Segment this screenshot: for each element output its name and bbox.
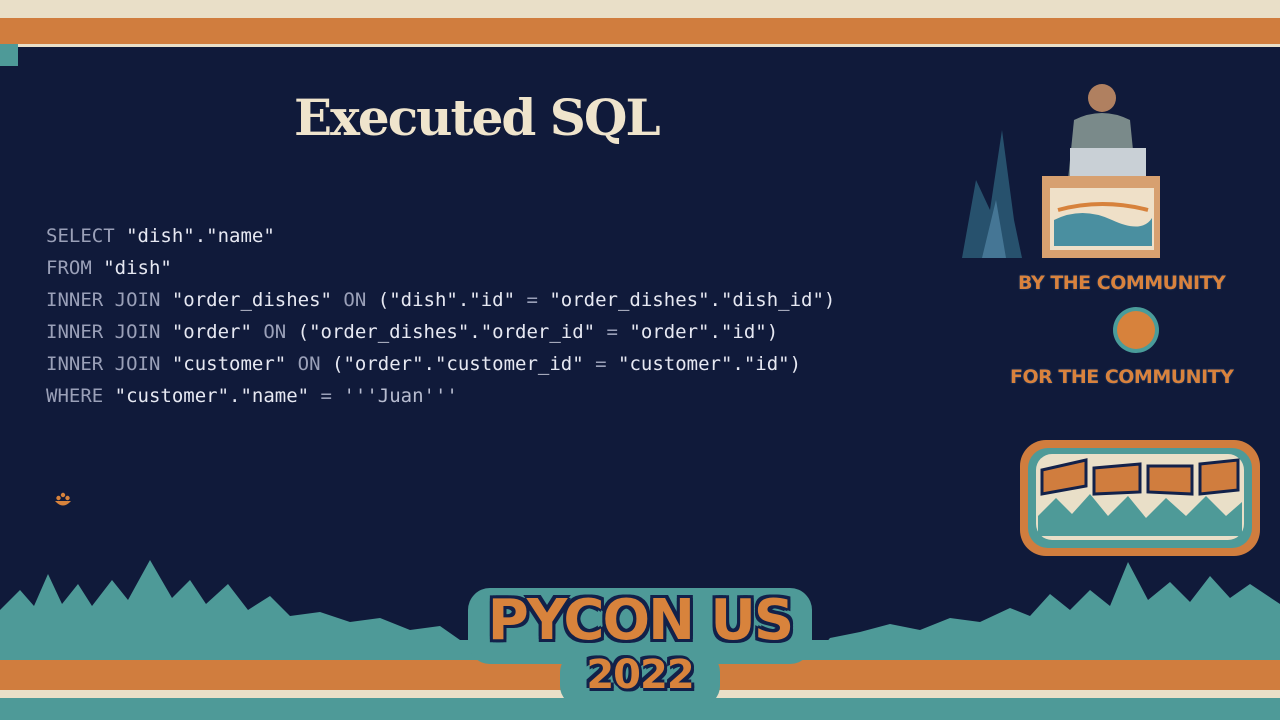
sql-identifier: "order"."id") [617,321,779,343]
sql-identifier: "dish" [91,257,172,279]
sql-identifier: ("order_dishes"."order_id" [286,321,607,343]
sql-line: INNER JOIN "order" ON ("order_dishes"."o… [46,316,835,348]
top-cream-stripe [0,0,1280,18]
sql-string: '''Juan''' [332,385,458,407]
pycon-event-year: 2022 [586,652,694,698]
tagline-for-the-community: FOR THE COMMUNITY [1010,366,1234,388]
top-orange-stripe [0,18,1280,44]
speaker-video [962,70,1160,258]
sql-keyword: ON [263,321,287,343]
sql-line: WHERE "customer"."name" = '''Juan''' [46,380,835,412]
pycon-logo: PYCON US 2022 [460,580,820,710]
sql-line: INNER JOIN "order_dishes" ON ("dish"."id… [46,284,835,316]
sql-identifier: "order" [160,321,264,343]
sql-identifier: ("dish"."id" [366,289,527,311]
sql-keyword: ON [343,289,367,311]
sql-operator: = [606,321,618,343]
sql-identifier: "customer"."name" [103,385,321,407]
tagline-by-the-community: BY THE COMMUNITY [1018,272,1226,294]
decorative-dot [1117,311,1155,349]
sql-line: SELECT "dish"."name" [46,220,835,252]
sql-keyword: INNER JOIN [46,321,161,343]
conference-badge-logo [1020,440,1260,556]
sql-operator: = [320,385,332,407]
sql-identifier: "order_dishes" [160,289,344,311]
sql-keyword: SELECT [46,225,115,247]
sql-operator: = [526,289,538,311]
sql-keyword: WHERE [46,385,104,407]
slide-title: Executed SQL [294,88,661,147]
sql-keyword: ON [297,353,321,375]
sql-line: INNER JOIN "customer" ON ("order"."custo… [46,348,835,380]
sql-operator: = [595,353,607,375]
python-logo-icon [55,492,71,506]
sql-identifier: "customer" [160,353,298,375]
sql-identifier: "order_dishes"."dish_id") [537,289,836,311]
pycon-event-name: PYCON US [487,588,794,653]
sql-identifier: ("order"."customer_id" [320,353,596,375]
sql-line: FROM "dish" [46,252,835,284]
top-divider-line [0,44,1280,47]
sql-identifier: "dish"."name" [114,225,275,247]
sql-keyword: INNER JOIN [46,289,161,311]
sql-keyword: INNER JOIN [46,353,161,375]
left-corner-accent [0,44,18,66]
sql-code-block: SELECT "dish"."name" FROM "dish" INNER JOI… [46,220,835,412]
sql-keyword: FROM [46,257,92,279]
sql-identifier: "customer"."id") [606,353,802,375]
